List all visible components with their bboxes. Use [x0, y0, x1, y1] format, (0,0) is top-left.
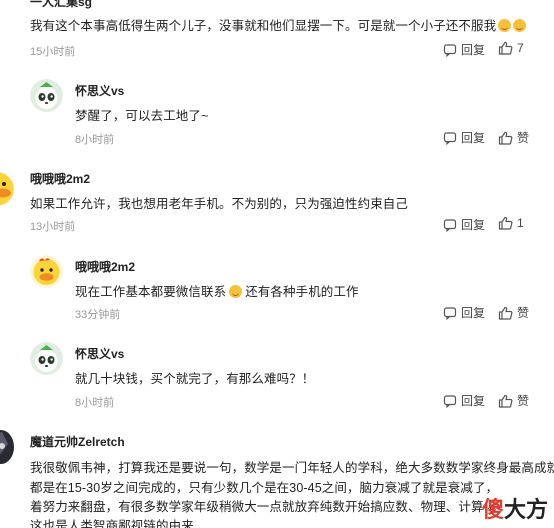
panda-avatar-icon: [30, 79, 63, 112]
duck-avatar-icon: [0, 172, 14, 205]
reply-label: 回复: [461, 306, 486, 320]
avatar[interactable]: [30, 255, 63, 288]
like-count: 赞: [517, 131, 530, 145]
like-count: 赞: [517, 306, 530, 320]
avatar[interactable]: [0, 171, 14, 205]
reply-button[interactable]: 回复: [443, 41, 485, 58]
panda-avatar-icon: [30, 342, 63, 375]
thumbs-up-icon: [498, 306, 513, 320]
comment-text: 我有这个本事高低得生两个儿子，没事就和他们显摆一下。可是就一个小子还不服我: [30, 15, 527, 34]
comment-time: 15小时前: [30, 46, 76, 58]
grin-emoji-icon: [513, 19, 527, 32]
character-avatar-icon: [0, 430, 14, 464]
reply-label: 回复: [461, 394, 486, 408]
reply-label: 回复: [461, 218, 486, 232]
comment-bubble-icon: [443, 306, 457, 320]
reply-label: 回复: [461, 131, 486, 145]
comment-author[interactable]: 哦哦哦2m2: [75, 258, 135, 275]
reply-button[interactable]: 回复: [443, 392, 485, 409]
grin-emoji-icon: [498, 19, 512, 32]
smile-emoji-icon: [229, 285, 243, 298]
thumbs-up-icon: [498, 216, 513, 230]
duck-avatar-icon: [30, 255, 63, 288]
comment-text: 现在工作基本都要微信联系 还有各种手机的工作: [75, 281, 359, 300]
comment-author[interactable]: 魔道元帅Zelretch: [30, 433, 125, 450]
comment-text: 如果工作允许，我也想用老年手机。不为别的，只为强迫性约束自己: [30, 197, 409, 211]
like-count: 7: [517, 41, 524, 55]
comment-bubble-icon: [443, 43, 457, 57]
thumbs-up-icon: [498, 394, 513, 408]
comment-text-line: 我很敬佩韦神，打算我还是要说一句，数学是一门年轻人的学科，绝大多数数学家终身最高…: [30, 461, 554, 475]
comment-author[interactable]: 哦哦哦2m2: [30, 170, 90, 187]
comment-bubble-icon: [443, 394, 457, 408]
comment-author[interactable]: 一人汇集sg: [30, 0, 92, 10]
avatar[interactable]: [30, 79, 63, 112]
comment-text-body: 还有各种手机的工作: [245, 285, 359, 299]
watermark-logo: 傻大方: [482, 492, 548, 524]
like-count: 赞: [517, 394, 530, 408]
like-button[interactable]: 赞: [498, 304, 529, 321]
comment-time: 13小时前: [30, 221, 76, 233]
like-button[interactable]: 1: [498, 216, 524, 230]
reply-button[interactable]: 回复: [443, 129, 485, 146]
comment-time: 8小时前: [75, 397, 115, 409]
comment-text: 就几十块钱，买个就完了，有那么难吗？！: [75, 372, 315, 386]
comment-text-body: 我有这个本事高低得生两个儿子，没事就和他们显摆一下。可是就一个小子还不服我: [30, 19, 497, 33]
comment-text-line: 都是在15-30岁之间完成的，只有少数几个是在30-45之间，脑力衰减了就是衰减…: [30, 481, 499, 495]
comment-time: 33分钟前: [75, 309, 121, 321]
watermark-char: 傻: [481, 498, 504, 523]
reply-button[interactable]: 回复: [443, 304, 485, 321]
like-button[interactable]: 赞: [498, 392, 529, 409]
avatar[interactable]: [0, 430, 14, 464]
comment-text-line: 着努力来翻盘，有很多数学家年级稍微大一点就放弃纯数开始搞应数、物理、计算化: [30, 500, 497, 514]
comment-text: 梦醒了，可以去工地了~: [75, 109, 209, 123]
like-button[interactable]: 赞: [498, 129, 529, 146]
like-button[interactable]: 7: [498, 41, 524, 55]
reply-label: 回复: [461, 43, 486, 57]
thumbs-up-icon: [498, 131, 513, 145]
avatar[interactable]: [30, 342, 63, 375]
watermark-text: 大方: [503, 498, 548, 523]
comment-author[interactable]: 怀思义vs: [75, 345, 124, 362]
comment-bubble-icon: [443, 218, 457, 232]
comment-bubble-icon: [443, 131, 457, 145]
reply-button[interactable]: 回复: [443, 216, 485, 233]
comment-time: 8小时前: [75, 134, 115, 146]
like-count: 1: [517, 216, 524, 230]
thumbs-up-icon: [498, 41, 513, 55]
comment-text-line: 这也是人类智商鄙视链的由来: [30, 519, 194, 528]
comment-text-body: 现在工作基本都要微信联系: [75, 285, 227, 299]
comment-author[interactable]: 怀思义vs: [75, 82, 124, 99]
